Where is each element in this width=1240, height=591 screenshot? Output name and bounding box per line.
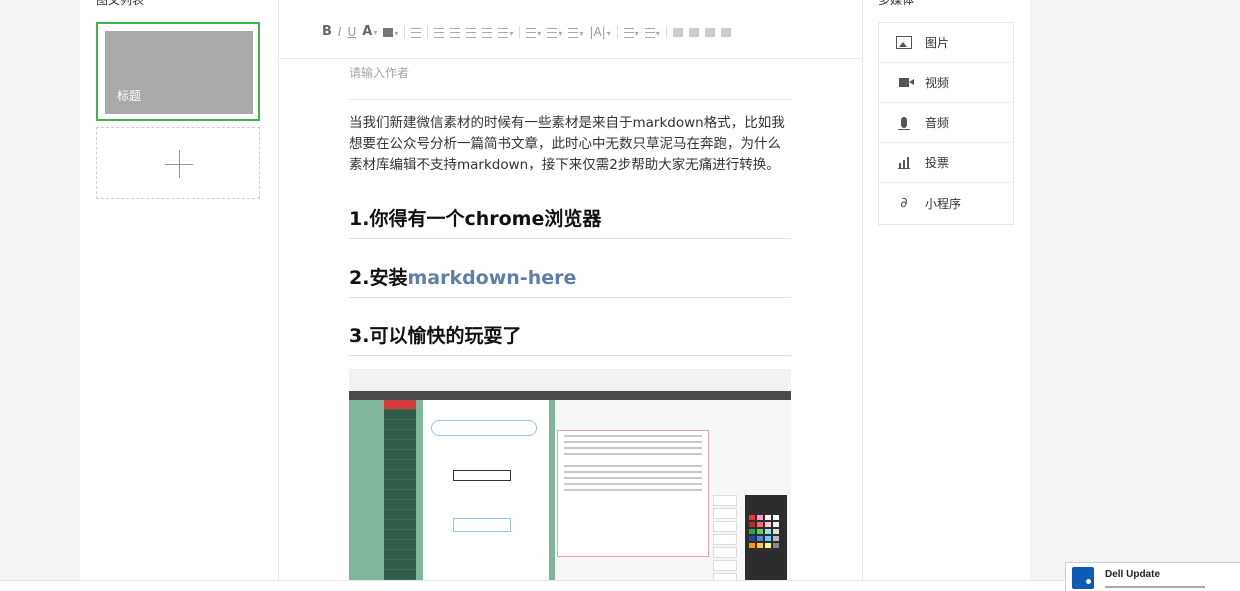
heading-3[interactable]: 3.可以愉快的玩耍了 — [349, 321, 791, 356]
vote-icon — [895, 155, 913, 171]
media-panel: 图片 视频 音频 投票 ∂ 小程序 — [878, 22, 1014, 225]
align-dropdown[interactable]: ▾ — [495, 24, 516, 40]
float-right-button[interactable] — [702, 24, 718, 40]
float-center-icon — [688, 28, 699, 37]
editor-panel: B I U A▾ ▾ ▾ ▾ ▾ ▾ |A|▾ ▾ ▾ 请输入作者 当我们新建微… — [279, 0, 863, 580]
bold-button[interactable]: B — [319, 24, 335, 40]
align-right-icon — [466, 27, 477, 38]
line-height-button[interactable]: ▾ — [565, 24, 586, 40]
float-left-icon — [672, 28, 683, 37]
article-cover: 标题 — [105, 31, 253, 114]
add-article-button[interactable] — [96, 127, 260, 199]
image-icon — [895, 35, 913, 51]
ordered-list-icon — [644, 27, 655, 38]
embedded-screenshot-image[interactable] — [349, 369, 791, 580]
spacing-after-icon — [547, 27, 558, 38]
background-color-icon — [383, 28, 394, 37]
indent-icon — [411, 27, 422, 38]
float-none-button[interactable] — [718, 24, 734, 40]
media-image-button[interactable]: 图片 — [879, 23, 1013, 63]
editor-toolbar: B I U A▾ ▾ ▾ ▾ ▾ ▾ |A|▾ ▾ ▾ — [279, 0, 862, 59]
indent-button[interactable] — [408, 24, 424, 40]
unordered-list-icon — [623, 27, 634, 38]
heading-2[interactable]: 2.安装markdown-here — [349, 263, 791, 298]
intro-paragraph[interactable]: 当我们新建微信素材的时候有一些素材是来自于markdown格式，比如我想要在公众… — [349, 113, 791, 176]
float-right-icon — [704, 28, 715, 37]
align-center-icon — [450, 27, 461, 38]
line-height-icon — [568, 27, 579, 38]
heading-1[interactable]: 1.你得有一个chrome浏览器 — [349, 204, 791, 239]
video-icon — [895, 75, 914, 91]
float-center-button[interactable] — [686, 24, 702, 40]
media-miniprogram-button[interactable]: ∂ 小程序 — [879, 183, 1013, 223]
article-card-title: 标题 — [117, 89, 142, 103]
italic-button[interactable]: I — [335, 24, 345, 40]
ordered-list-button[interactable]: ▾ — [642, 24, 663, 40]
align-justify-button[interactable] — [479, 24, 495, 40]
paragraph-spacing-before[interactable]: ▾ — [523, 24, 544, 40]
author-input[interactable]: 请输入作者 — [349, 64, 791, 100]
paragraph-spacing-after[interactable]: ▾ — [544, 24, 565, 40]
media-video-button[interactable]: 视频 — [879, 63, 1013, 103]
notification-title: Dell Update — [1105, 569, 1161, 580]
font-color-button[interactable]: A▾ — [359, 24, 380, 40]
background-color-button[interactable]: ▾ — [380, 24, 401, 40]
spacing-before-icon — [526, 27, 537, 38]
align-justify-icon — [482, 27, 493, 38]
align-right-button[interactable] — [463, 24, 479, 40]
media-vote-button[interactable]: 投票 — [879, 143, 1013, 183]
underline-button[interactable]: U — [344, 24, 359, 40]
align-dropdown-icon — [498, 27, 509, 38]
media-audio-button[interactable]: 音频 — [879, 103, 1013, 143]
letter-spacing-button[interactable]: |A|▾ — [586, 24, 613, 40]
bottom-bar — [0, 580, 1240, 591]
article-list-header: 图文列表 — [96, 0, 145, 7]
audio-icon — [895, 115, 913, 131]
miniprogram-icon: ∂ — [900, 195, 908, 211]
markdown-here-link[interactable]: markdown-here — [407, 267, 576, 289]
article-card-selected[interactable]: 标题 — [96, 22, 260, 121]
align-left-icon — [434, 27, 445, 38]
unordered-list-button[interactable]: ▾ — [621, 24, 642, 40]
float-none-icon — [720, 28, 731, 37]
align-left-button[interactable] — [431, 24, 447, 40]
align-center-button[interactable] — [447, 24, 463, 40]
media-header: 多媒体 — [878, 0, 915, 7]
article-list-panel: 图文列表 标题 — [80, 0, 279, 580]
dell-update-notification[interactable]: Dell Update — [1065, 562, 1240, 591]
float-left-button[interactable] — [670, 24, 686, 40]
dell-update-icon — [1072, 567, 1094, 589]
